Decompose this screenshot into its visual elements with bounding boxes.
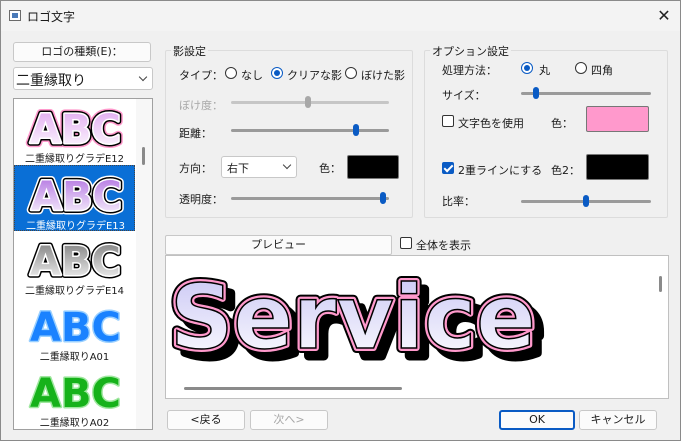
distance-slider[interactable]: [231, 124, 389, 136]
size-slider[interactable]: [521, 87, 651, 99]
preview-tab[interactable]: プレビュー: [165, 235, 392, 255]
next-button[interactable]: 次へ>: [250, 410, 328, 430]
opacity-label: 透明度：: [179, 193, 223, 206]
opacity-slider-thumb[interactable]: [380, 192, 386, 204]
direction-value: 右下: [227, 162, 249, 175]
method-label: 処理方法：: [442, 64, 497, 77]
app-icon: [9, 10, 21, 21]
close-icon[interactable]: ✕: [653, 6, 675, 26]
option-settings-label: オプション設定: [430, 43, 511, 59]
preview-hscroll[interactable]: [166, 380, 653, 398]
logo-style-caption: 二重縁取りA01: [39, 352, 110, 363]
window-title: ロゴ文字: [27, 10, 76, 24]
logo-style-preview: ABCABCABCABC: [26, 301, 126, 348]
logo-style-preview: ABCABCABCABC: [27, 170, 127, 217]
list-scrollbar[interactable]: [136, 99, 152, 429]
preview-vscroll[interactable]: [653, 256, 668, 380]
svg-text:ABC: ABC: [30, 371, 121, 413]
logo-style-list[interactable]: ABC ABC ABC ABC 二重縁取りグラデE12 ABC ABC ABC ABC 二重縁取り…: [13, 98, 153, 430]
cancel-button[interactable]: キャンセル: [579, 410, 657, 430]
option-color-label: 色：: [551, 117, 573, 130]
logo-style-item[interactable]: ABC ABC ABC ABC 二重縁取りA02: [14, 363, 135, 430]
shadow-type-clear-label: クリアな影: [287, 69, 342, 82]
direction-label: 方向：: [179, 162, 212, 175]
double-line-label: 2重ラインにする: [458, 164, 543, 177]
logo-style-preview: ABCABCABCABC: [26, 235, 126, 282]
shadow-type-blur-radio[interactable]: [345, 67, 357, 79]
shadow-color-label: 色：: [319, 162, 341, 175]
method-round-radio[interactable]: [521, 62, 533, 74]
distance-slider-thumb[interactable]: [353, 124, 359, 136]
option-color2-swatch[interactable]: [586, 154, 649, 180]
show-all-label: 全体を表示: [416, 239, 471, 252]
blur-label: ぼけ度：: [179, 99, 223, 112]
svg-text:ABC: ABC: [30, 239, 121, 281]
shadow-type-none-label: なし: [241, 69, 263, 82]
title-bar: ロゴ文字 ✕: [1, 1, 680, 31]
distance-label: 距離：: [179, 127, 212, 140]
logo-style-caption: 二重縁取りグラデE12: [24, 154, 125, 165]
size-label: サイズ：: [442, 89, 486, 102]
option-color-swatch[interactable]: [586, 106, 649, 132]
use-text-color-checkbox[interactable]: [442, 115, 454, 127]
logo-kind-label: ロゴの種類(E)：: [13, 42, 151, 62]
method-round-label: 丸: [539, 64, 550, 77]
logo-style-items: ABC ABC ABC ABC 二重縁取りグラデE12 ABC ABC ABC ABC 二重縁取り…: [14, 99, 136, 429]
logo-style-caption: 二重縁取りグラデE13: [25, 221, 126, 232]
chevron-down-icon: [138, 72, 148, 82]
method-square-label: 四角: [591, 64, 613, 77]
logo-text-dialog: ロゴ文字 ✕ ロゴの種類(E)： 二重縁取り ABC ABC ABC ABC 二重縁取り…: [0, 0, 681, 441]
use-text-color-label: 文字色を使用: [458, 117, 524, 130]
logo-style-preview: ABCABCABCABC: [26, 103, 126, 150]
size-slider-thumb[interactable]: [533, 87, 539, 99]
svg-text:ABC: ABC: [30, 107, 121, 149]
blur-slider-thumb: [305, 96, 311, 108]
ratio-slider-thumb[interactable]: [583, 195, 589, 207]
chevron-down-icon: [282, 160, 292, 170]
method-square-radio[interactable]: [575, 62, 587, 74]
opacity-slider[interactable]: [231, 192, 389, 204]
ok-button[interactable]: OK: [499, 410, 575, 430]
preview-pane: Service Service Service Service: [165, 255, 669, 399]
preview-main-text: Service: [170, 266, 536, 369]
logo-style-item[interactable]: ABC ABC ABC ABC 二重縁取りA01: [14, 297, 135, 364]
preview-hscroll-thumb[interactable]: [184, 387, 402, 390]
logo-kind-value: 二重縁取り: [16, 73, 86, 89]
svg-text:ABC: ABC: [31, 174, 122, 216]
show-all-checkbox[interactable]: [400, 237, 412, 249]
logo-style-caption: 二重縁取りグラデE14: [24, 286, 125, 297]
logo-style-item[interactable]: ABC ABC ABC ABC 二重縁取りグラデE14: [14, 231, 135, 298]
ratio-label: 比率：: [442, 195, 475, 208]
preview-canvas: Service Service Service Service: [166, 261, 548, 380]
double-line-checkbox[interactable]: [442, 162, 454, 174]
shadow-type-label: タイプ：: [179, 69, 223, 82]
ratio-slider[interactable]: [521, 195, 651, 207]
shadow-type-none-radio[interactable]: [225, 67, 237, 79]
back-button[interactable]: <戻る: [167, 410, 245, 430]
option-color2-label: 色2：: [551, 164, 580, 177]
list-scrollbar-thumb[interactable]: [142, 147, 145, 165]
svg-text:ABC: ABC: [30, 305, 121, 347]
shadow-type-clear-radio[interactable]: [271, 67, 283, 79]
logo-style-item[interactable]: ABC ABC ABC ABC 二重縁取りグラデE12: [14, 99, 135, 166]
direction-select[interactable]: 右下: [221, 156, 297, 178]
blur-slider: [231, 96, 389, 108]
preview-vscroll-thumb[interactable]: [659, 276, 662, 292]
shadow-settings-label: 影設定: [171, 43, 208, 59]
logo-style-preview: ABCABCABCABC: [26, 367, 126, 414]
shadow-type-blur-label: ぼけた影: [361, 69, 405, 82]
logo-style-item[interactable]: ABC ABC ABC ABC 二重縁取りグラデE13: [14, 165, 135, 232]
shadow-color-swatch[interactable]: [347, 155, 399, 179]
logo-style-caption: 二重縁取りA02: [39, 418, 110, 429]
logo-kind-select[interactable]: 二重縁取り: [13, 67, 153, 90]
